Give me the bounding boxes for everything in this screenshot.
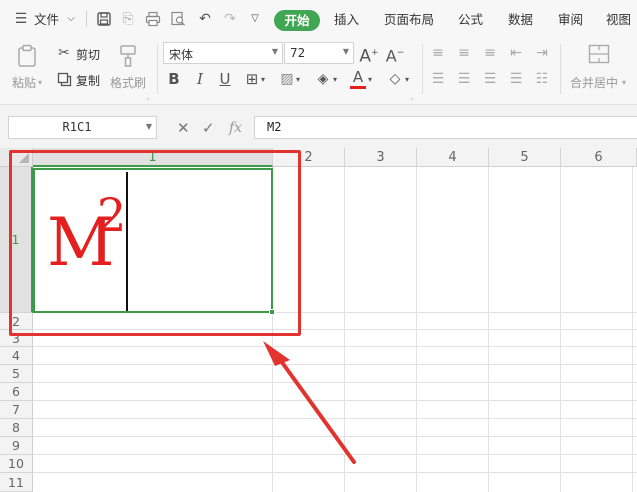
chevron-down-icon[interactable]: ▼ [146, 122, 152, 131]
tab-formulas[interactable]: 公式 [458, 10, 483, 30]
gridline [33, 418, 637, 419]
annotation-highlight-box [9, 150, 301, 336]
row-header-6[interactable]: 6 [0, 383, 33, 401]
gridline [33, 400, 637, 401]
paste-button[interactable]: 粘贴 [12, 74, 36, 91]
font-color-swatch [350, 86, 366, 89]
chevron-down-icon: ▼ [342, 47, 349, 56]
paste-icon[interactable] [16, 44, 38, 67]
divider [560, 44, 561, 94]
name-box[interactable]: R1C1 ▼ [8, 116, 157, 139]
fill-color-bucket-icon[interactable]: ◈ [314, 70, 332, 88]
merge-center-button[interactable]: 合并居中 [570, 74, 618, 91]
format-painter-icon[interactable] [117, 44, 139, 67]
redo-icon[interactable]: ↷ [221, 9, 239, 29]
row-header-10[interactable]: 10 [0, 455, 33, 473]
column-header-4[interactable]: 4 [417, 148, 489, 167]
ribbon-toolbar: 粘贴 ▾ ✂ 剪切 复制 格式刷 ⌟ 宋体 ▼ 72 ▼ A+ A− B I U… [0, 38, 637, 104]
chevron-down-icon[interactable]: ▾ [261, 71, 265, 89]
decrease-indent-icon[interactable]: ⇤ [508, 44, 524, 62]
chevron-down-icon: ▼ [271, 47, 278, 56]
confirm-check-icon[interactable]: ✓ [202, 119, 215, 137]
column-header-3[interactable]: 3 [345, 148, 417, 167]
merge-dropdown-icon[interactable]: ▾ [622, 74, 626, 92]
row-header-9[interactable]: 9 [0, 437, 33, 455]
borders-icon[interactable]: ⊞ [244, 70, 260, 88]
gridline [33, 382, 637, 383]
undo-icon[interactable]: ↶ [196, 9, 214, 29]
italic-icon[interactable]: I [192, 70, 208, 88]
formula-input[interactable]: M2 [254, 116, 637, 139]
name-box-value: R1C1 [62, 120, 92, 134]
output-pdf-icon[interactable]: ⎘ [119, 9, 137, 29]
scissors-icon[interactable]: ✂ [55, 44, 73, 62]
font-name-combo[interactable]: 宋体 ▼ [163, 42, 283, 64]
copy-button[interactable]: 复制 [76, 72, 100, 89]
bold-icon[interactable]: B [166, 70, 182, 88]
save-icon[interactable] [95, 9, 113, 29]
formula-bar: R1C1 ▼ ✕ ✓ fx M2 [0, 104, 637, 148]
formula-value: M2 [267, 120, 282, 134]
align-bottom-icon[interactable]: ≡ [482, 44, 498, 62]
underline-icon[interactable]: U [217, 70, 233, 88]
cancel-icon[interactable]: ✕ [177, 119, 190, 137]
chevron-down-icon[interactable]: ▾ [405, 71, 409, 89]
font-name-value: 宋体 [169, 48, 194, 62]
file-menu[interactable]: 文件 [34, 10, 59, 30]
divider [157, 44, 158, 94]
insert-function-icon[interactable]: fx [229, 119, 242, 137]
hamburger-menu-icon[interactable]: ☰ [12, 9, 30, 29]
font-size-value: 72 [290, 46, 306, 60]
tab-view[interactable]: 视图 [606, 10, 631, 30]
divider [422, 44, 423, 94]
menu-bar: ☰ 文件 ⌵ ⎘ ↶ ↷ ▽ 开始 插入 页面布局 公式 数据 审阅 视图 [0, 0, 637, 38]
print-preview-icon[interactable] [169, 9, 187, 29]
row-header-8[interactable]: 8 [0, 419, 33, 437]
align-center-icon[interactable]: ☰ [456, 70, 472, 88]
gridline [33, 346, 637, 347]
increase-indent-icon[interactable]: ⇥ [534, 44, 550, 62]
row-header-11[interactable]: 11 [0, 473, 33, 492]
gridline [33, 454, 637, 455]
row-header-5[interactable]: 5 [0, 365, 33, 383]
copy-icon[interactable] [55, 70, 73, 92]
chevron-down-icon[interactable]: ▾ [368, 71, 372, 89]
paste-dropdown-icon[interactable]: ▾ [38, 74, 42, 92]
column-header-6[interactable]: 6 [561, 148, 637, 167]
fill-pattern-icon[interactable]: ▨ [279, 70, 295, 88]
decrease-font-size-icon[interactable]: A− [385, 44, 405, 65]
gridline [33, 364, 637, 365]
align-right-icon[interactable]: ☰ [482, 70, 498, 88]
gridline [33, 436, 637, 437]
eraser-icon[interactable]: ◇ [386, 70, 404, 88]
align-left-icon[interactable]: ☰ [430, 70, 446, 88]
print-icon[interactable] [144, 9, 162, 29]
distributed-align-icon[interactable]: ☷ [534, 70, 550, 88]
divider [86, 11, 87, 27]
font-size-combo[interactable]: 72 ▼ [284, 42, 354, 64]
tab-start[interactable]: 开始 [274, 10, 320, 31]
align-middle-icon[interactable]: ≡ [456, 44, 472, 62]
justify-icon[interactable]: ☰ [508, 70, 524, 88]
row-header-4[interactable]: 4 [0, 347, 33, 365]
gridline [33, 472, 637, 473]
cut-button[interactable]: 剪切 [76, 46, 100, 63]
chevron-down-icon[interactable]: ▾ [333, 71, 337, 89]
align-top-icon[interactable]: ≡ [430, 44, 446, 62]
format-painter-button[interactable]: 格式刷 [110, 74, 146, 91]
chevron-down-icon[interactable]: ▾ [296, 71, 300, 89]
increase-font-size-icon[interactable]: A+ [359, 44, 379, 66]
merge-cells-icon[interactable] [587, 44, 611, 66]
chevron-down-icon[interactable]: ⌵ [62, 9, 80, 29]
tab-page-layout[interactable]: 页面布局 [384, 10, 434, 30]
column-header-5[interactable]: 5 [489, 148, 561, 167]
quick-access-dropdown-icon[interactable]: ▽ [246, 9, 264, 29]
tab-insert[interactable]: 插入 [334, 10, 359, 30]
tab-data[interactable]: 数据 [508, 10, 533, 30]
font-color-icon[interactable]: A [350, 68, 366, 86]
tab-review[interactable]: 审阅 [558, 10, 583, 30]
row-header-7[interactable]: 7 [0, 401, 33, 419]
